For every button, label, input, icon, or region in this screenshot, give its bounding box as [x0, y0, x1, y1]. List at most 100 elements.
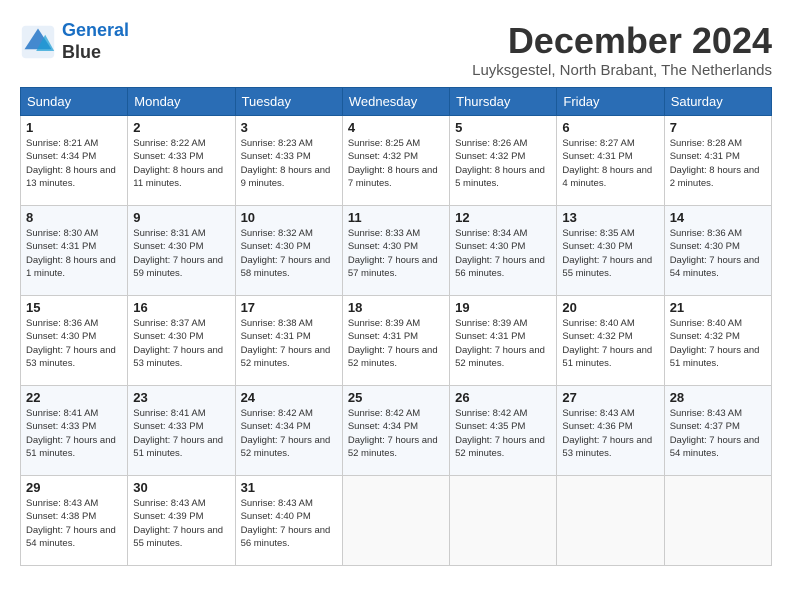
day-info: Sunrise: 8:28 AM Sunset: 4:31 PM Dayligh… — [670, 137, 766, 190]
day-number: 4 — [348, 120, 444, 135]
day-cell: 21 Sunrise: 8:40 AM Sunset: 4:32 PM Dayl… — [664, 296, 771, 386]
day-number: 18 — [348, 300, 444, 315]
day-cell: 18 Sunrise: 8:39 AM Sunset: 4:31 PM Dayl… — [342, 296, 449, 386]
calendar-table: SundayMondayTuesdayWednesdayThursdayFrid… — [20, 87, 772, 566]
day-number: 6 — [562, 120, 658, 135]
header-tuesday: Tuesday — [235, 88, 342, 116]
header-saturday: Saturday — [664, 88, 771, 116]
day-info: Sunrise: 8:37 AM Sunset: 4:30 PM Dayligh… — [133, 317, 229, 370]
header-friday: Friday — [557, 88, 664, 116]
day-cell: 12 Sunrise: 8:34 AM Sunset: 4:30 PM Dayl… — [450, 206, 557, 296]
week-row-4: 22 Sunrise: 8:41 AM Sunset: 4:33 PM Dayl… — [21, 386, 772, 476]
day-number: 28 — [670, 390, 766, 405]
day-cell: 29 Sunrise: 8:43 AM Sunset: 4:38 PM Dayl… — [21, 476, 128, 566]
day-info: Sunrise: 8:26 AM Sunset: 4:32 PM Dayligh… — [455, 137, 551, 190]
day-info: Sunrise: 8:41 AM Sunset: 4:33 PM Dayligh… — [133, 407, 229, 460]
week-row-5: 29 Sunrise: 8:43 AM Sunset: 4:38 PM Dayl… — [21, 476, 772, 566]
day-number: 22 — [26, 390, 122, 405]
day-info: Sunrise: 8:21 AM Sunset: 4:34 PM Dayligh… — [26, 137, 122, 190]
day-number: 23 — [133, 390, 229, 405]
day-number: 21 — [670, 300, 766, 315]
logo-icon — [20, 24, 56, 60]
day-info: Sunrise: 8:39 AM Sunset: 4:31 PM Dayligh… — [348, 317, 444, 370]
day-cell: 23 Sunrise: 8:41 AM Sunset: 4:33 PM Dayl… — [128, 386, 235, 476]
day-info: Sunrise: 8:42 AM Sunset: 4:34 PM Dayligh… — [348, 407, 444, 460]
day-info: Sunrise: 8:34 AM Sunset: 4:30 PM Dayligh… — [455, 227, 551, 280]
day-info: Sunrise: 8:40 AM Sunset: 4:32 PM Dayligh… — [670, 317, 766, 370]
day-number: 11 — [348, 210, 444, 225]
day-cell: 7 Sunrise: 8:28 AM Sunset: 4:31 PM Dayli… — [664, 116, 771, 206]
day-cell: 26 Sunrise: 8:42 AM Sunset: 4:35 PM Dayl… — [450, 386, 557, 476]
day-number: 30 — [133, 480, 229, 495]
day-info: Sunrise: 8:22 AM Sunset: 4:33 PM Dayligh… — [133, 137, 229, 190]
day-number: 29 — [26, 480, 122, 495]
day-cell: 20 Sunrise: 8:40 AM Sunset: 4:32 PM Dayl… — [557, 296, 664, 386]
day-number: 12 — [455, 210, 551, 225]
day-info: Sunrise: 8:27 AM Sunset: 4:31 PM Dayligh… — [562, 137, 658, 190]
day-number: 26 — [455, 390, 551, 405]
day-number: 19 — [455, 300, 551, 315]
day-number: 15 — [26, 300, 122, 315]
day-number: 25 — [348, 390, 444, 405]
day-number: 27 — [562, 390, 658, 405]
location-title: Luyksgestel, North Brabant, The Netherla… — [472, 62, 772, 79]
day-cell: 8 Sunrise: 8:30 AM Sunset: 4:31 PM Dayli… — [21, 206, 128, 296]
day-info: Sunrise: 8:36 AM Sunset: 4:30 PM Dayligh… — [26, 317, 122, 370]
day-number: 2 — [133, 120, 229, 135]
day-cell: 4 Sunrise: 8:25 AM Sunset: 4:32 PM Dayli… — [342, 116, 449, 206]
week-row-2: 8 Sunrise: 8:30 AM Sunset: 4:31 PM Dayli… — [21, 206, 772, 296]
day-info: Sunrise: 8:40 AM Sunset: 4:32 PM Dayligh… — [562, 317, 658, 370]
day-cell — [450, 476, 557, 566]
day-cell: 16 Sunrise: 8:37 AM Sunset: 4:30 PM Dayl… — [128, 296, 235, 386]
day-cell — [557, 476, 664, 566]
day-cell: 22 Sunrise: 8:41 AM Sunset: 4:33 PM Dayl… — [21, 386, 128, 476]
day-info: Sunrise: 8:38 AM Sunset: 4:31 PM Dayligh… — [241, 317, 337, 370]
day-cell: 30 Sunrise: 8:43 AM Sunset: 4:39 PM Dayl… — [128, 476, 235, 566]
day-number: 1 — [26, 120, 122, 135]
day-cell: 27 Sunrise: 8:43 AM Sunset: 4:36 PM Dayl… — [557, 386, 664, 476]
day-cell: 17 Sunrise: 8:38 AM Sunset: 4:31 PM Dayl… — [235, 296, 342, 386]
header-thursday: Thursday — [450, 88, 557, 116]
header-wednesday: Wednesday — [342, 88, 449, 116]
day-info: Sunrise: 8:33 AM Sunset: 4:30 PM Dayligh… — [348, 227, 444, 280]
header-monday: Monday — [128, 88, 235, 116]
day-cell: 9 Sunrise: 8:31 AM Sunset: 4:30 PM Dayli… — [128, 206, 235, 296]
day-number: 10 — [241, 210, 337, 225]
day-info: Sunrise: 8:32 AM Sunset: 4:30 PM Dayligh… — [241, 227, 337, 280]
day-number: 13 — [562, 210, 658, 225]
day-info: Sunrise: 8:23 AM Sunset: 4:33 PM Dayligh… — [241, 137, 337, 190]
day-info: Sunrise: 8:42 AM Sunset: 4:34 PM Dayligh… — [241, 407, 337, 460]
day-cell: 2 Sunrise: 8:22 AM Sunset: 4:33 PM Dayli… — [128, 116, 235, 206]
day-number: 16 — [133, 300, 229, 315]
day-cell: 28 Sunrise: 8:43 AM Sunset: 4:37 PM Dayl… — [664, 386, 771, 476]
day-cell: 24 Sunrise: 8:42 AM Sunset: 4:34 PM Dayl… — [235, 386, 342, 476]
day-info: Sunrise: 8:41 AM Sunset: 4:33 PM Dayligh… — [26, 407, 122, 460]
day-info: Sunrise: 8:43 AM Sunset: 4:37 PM Dayligh… — [670, 407, 766, 460]
day-info: Sunrise: 8:43 AM Sunset: 4:39 PM Dayligh… — [133, 497, 229, 550]
week-row-1: 1 Sunrise: 8:21 AM Sunset: 4:34 PM Dayli… — [21, 116, 772, 206]
day-number: 24 — [241, 390, 337, 405]
day-cell — [342, 476, 449, 566]
day-number: 31 — [241, 480, 337, 495]
logo-line1: General — [62, 20, 129, 40]
month-title: December 2024 — [472, 20, 772, 62]
logo-line2: Blue — [62, 42, 101, 62]
day-number: 20 — [562, 300, 658, 315]
header: General Blue December 2024 Luyksgestel, … — [20, 20, 772, 79]
day-number: 3 — [241, 120, 337, 135]
title-area: December 2024 Luyksgestel, North Brabant… — [472, 20, 772, 79]
logo: General Blue — [20, 20, 129, 63]
day-info: Sunrise: 8:43 AM Sunset: 4:38 PM Dayligh… — [26, 497, 122, 550]
day-cell: 10 Sunrise: 8:32 AM Sunset: 4:30 PM Dayl… — [235, 206, 342, 296]
day-number: 7 — [670, 120, 766, 135]
day-info: Sunrise: 8:39 AM Sunset: 4:31 PM Dayligh… — [455, 317, 551, 370]
day-info: Sunrise: 8:31 AM Sunset: 4:30 PM Dayligh… — [133, 227, 229, 280]
day-cell — [664, 476, 771, 566]
logo-text: General Blue — [62, 20, 129, 63]
day-cell: 3 Sunrise: 8:23 AM Sunset: 4:33 PM Dayli… — [235, 116, 342, 206]
day-cell: 5 Sunrise: 8:26 AM Sunset: 4:32 PM Dayli… — [450, 116, 557, 206]
header-sunday: Sunday — [21, 88, 128, 116]
day-number: 14 — [670, 210, 766, 225]
days-header-row: SundayMondayTuesdayWednesdayThursdayFrid… — [21, 88, 772, 116]
day-info: Sunrise: 8:43 AM Sunset: 4:36 PM Dayligh… — [562, 407, 658, 460]
